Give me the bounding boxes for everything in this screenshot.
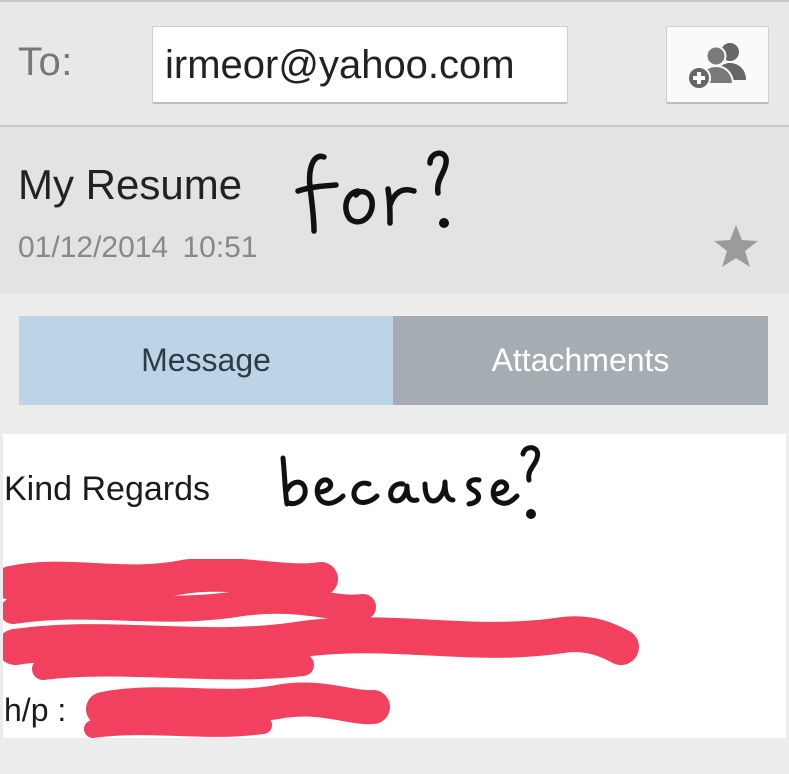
to-label: To: — [18, 40, 73, 84]
handwritten-annotation-for — [290, 139, 480, 254]
phone-label: h/p : — [4, 692, 67, 728]
tab-message[interactable]: Message — [19, 316, 393, 405]
signoff-text: Kind Regards — [4, 470, 211, 508]
redaction-scribble — [0, 557, 643, 754]
message-tabs: Message Attachments — [19, 316, 768, 405]
subject-line: My Resume — [18, 161, 243, 208]
message-header: My Resume 01/12/2014 10:51 — [0, 127, 789, 293]
message-body: Kind Regards h/p: — [0, 434, 786, 738]
message-datetime: 01/12/2014 10:51 — [18, 231, 258, 264]
add-contacts-button[interactable] — [666, 26, 769, 104]
tab-attachments[interactable]: Attachments — [393, 316, 768, 405]
handwritten-annotation-because — [273, 440, 563, 545]
recipient-bar: To: irmeor@yahoo.com — [0, 0, 789, 127]
star-icon[interactable] — [712, 223, 760, 274]
to-field[interactable]: irmeor@yahoo.com — [152, 26, 568, 104]
